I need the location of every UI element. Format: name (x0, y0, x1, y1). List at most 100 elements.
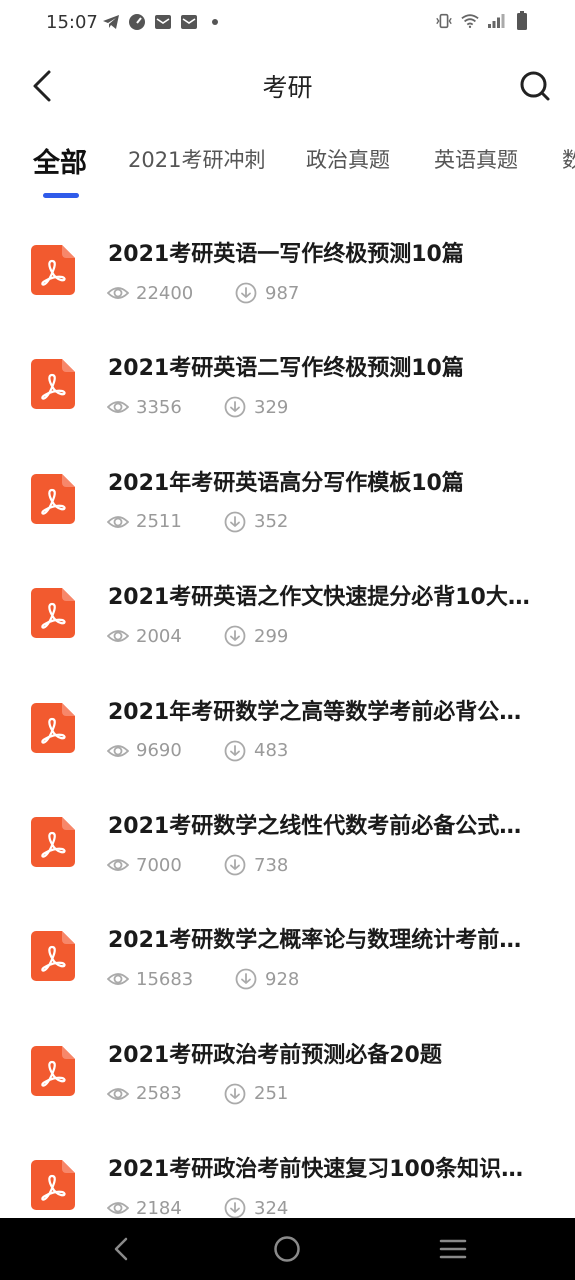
downloads-count: 928 (265, 968, 300, 990)
views-count: 2004 (136, 625, 182, 647)
status-bar: 15:07 (0, 0, 575, 48)
views-stat: 7000 (107, 854, 182, 876)
tab-math[interactable]: 数 (562, 144, 575, 174)
status-system-icons (435, 11, 531, 30)
downloads-stat: 738 (224, 854, 288, 876)
document-list-item[interactable]: 2021考研英语之作文快速提分必背10大… 2004 299 (0, 553, 575, 667)
battery-icon (513, 11, 531, 30)
views-stat: 3356 (107, 396, 182, 418)
document-list-item[interactable]: 2021年考研数学之高等数学考前必背公… 9690 483 (0, 668, 575, 782)
downloads-count: 352 (254, 511, 289, 533)
status-time: 15:07 (46, 12, 98, 33)
active-tab-indicator (43, 193, 79, 198)
downloads-count: 987 (265, 282, 300, 304)
downloads-stat: 483 (224, 740, 288, 762)
eye-icon (107, 401, 129, 414)
mail-icon (180, 13, 198, 31)
downloads-count: 329 (254, 396, 289, 418)
document-list-item[interactable]: 2021考研数学之线性代数考前必备公式… 7000 738 (0, 782, 575, 896)
eye-icon (107, 1202, 129, 1215)
downloads-stat: 352 (224, 511, 288, 533)
eye-icon (107, 287, 129, 299)
document-title: 2021考研政治考前快速复习100条知识… (108, 1157, 524, 1183)
document-title: 2021考研数学之线性代数考前必备公式… (108, 814, 522, 839)
downloads-count: 299 (254, 625, 289, 647)
eye-icon (107, 1087, 129, 1100)
document-title: 2021考研英语之作文快速提分必背10大… (108, 585, 530, 611)
mail-icon (154, 13, 172, 31)
downloads-stat: 928 (235, 968, 299, 990)
eye-icon (107, 859, 129, 871)
downloads-count: 738 (254, 854, 289, 876)
views-stat: 2511 (107, 511, 182, 533)
search-button[interactable] (517, 68, 553, 104)
views-count: 3356 (136, 396, 182, 418)
category-tabs: 全部 2021考研冲刺 政治真题 英语真题 数 (0, 138, 575, 204)
document-title: 2021考研数学之概率论与数理统计考前… (108, 928, 522, 954)
downloads-count: 251 (254, 1083, 289, 1105)
page-title: 考研 (262, 73, 313, 102)
download-icon (224, 396, 246, 418)
pdf-file-icon (31, 1160, 75, 1211)
document-list-item[interactable]: 2021年考研英语高分写作模板10篇 2511 352 (0, 439, 575, 553)
signal-icon (487, 12, 505, 30)
eye-icon (107, 515, 129, 528)
downloads-stat: 987 (235, 282, 299, 304)
download-icon (235, 282, 257, 304)
pdf-file-icon (31, 931, 75, 982)
telegram-icon (102, 13, 120, 31)
views-stat: 2583 (107, 1083, 182, 1105)
download-icon (224, 1197, 246, 1219)
pdf-file-icon (31, 817, 75, 867)
views-count: 22400 (136, 282, 194, 304)
download-icon (224, 1083, 246, 1105)
vibrate-icon (435, 12, 453, 30)
downloads-stat: 329 (224, 396, 288, 418)
downloads-stat: 299 (224, 625, 288, 647)
download-icon (224, 511, 246, 533)
eye-icon (107, 744, 129, 757)
download-icon (235, 968, 257, 990)
download-icon (224, 740, 246, 761)
views-count: 9690 (136, 740, 182, 762)
document-title: 2021考研英语二写作终极预测10篇 (108, 356, 464, 382)
downloads-count: 324 (254, 1197, 289, 1219)
tab-all[interactable]: 全部 (33, 141, 87, 180)
home-circle-icon (274, 1236, 300, 1262)
status-notification-icons (102, 13, 224, 31)
views-stat: 2184 (107, 1197, 182, 1219)
views-stat: 2004 (107, 625, 182, 647)
tab-2021-sprint[interactable]: 2021考研冲刺 (128, 144, 265, 174)
pdf-file-icon (31, 473, 75, 524)
system-nav-bar (0, 1218, 575, 1280)
views-stat: 22400 (107, 282, 193, 304)
nav-recents-button[interactable] (436, 1234, 470, 1264)
download-icon (224, 625, 246, 647)
pdf-file-icon (31, 245, 75, 295)
tab-politics-exams[interactable]: 政治真题 (306, 144, 390, 174)
document-list-item[interactable]: 2021考研英语二写作终极预测10篇 3356 329 (0, 324, 575, 438)
eye-icon (107, 630, 129, 643)
downloads-stat: 324 (224, 1197, 288, 1219)
tab-english-exams[interactable]: 英语真题 (434, 144, 518, 174)
app-header: 考研 (0, 48, 575, 124)
speedometer-icon (128, 13, 146, 31)
views-count: 7000 (136, 854, 182, 876)
document-list-item[interactable]: 2021考研数学之概率论与数理统计考前… 15683 928 (0, 896, 575, 1010)
downloads-count: 483 (254, 740, 289, 762)
document-list-item[interactable]: 2021考研政治考前预测必备20题 2583 251 (0, 1011, 575, 1125)
back-triangle-icon (114, 1237, 128, 1261)
document-title: 2021年考研英语高分写作模板10篇 (108, 470, 464, 496)
document-title: 2021年考研数学之高等数学考前必背公… (108, 699, 522, 725)
views-stat: 15683 (107, 968, 193, 990)
document-list-item[interactable]: 2021考研英语一写作终极预测10篇 22400 987 (0, 210, 575, 324)
pdf-file-icon (31, 359, 75, 410)
nav-back-button[interactable] (104, 1234, 138, 1264)
views-count: 15683 (136, 968, 194, 990)
wifi-icon (461, 12, 479, 30)
dot-icon (206, 13, 224, 31)
pdf-file-icon (31, 1045, 75, 1096)
nav-home-button[interactable] (270, 1234, 304, 1264)
pdf-file-icon (31, 588, 75, 639)
views-count: 2583 (136, 1083, 182, 1105)
